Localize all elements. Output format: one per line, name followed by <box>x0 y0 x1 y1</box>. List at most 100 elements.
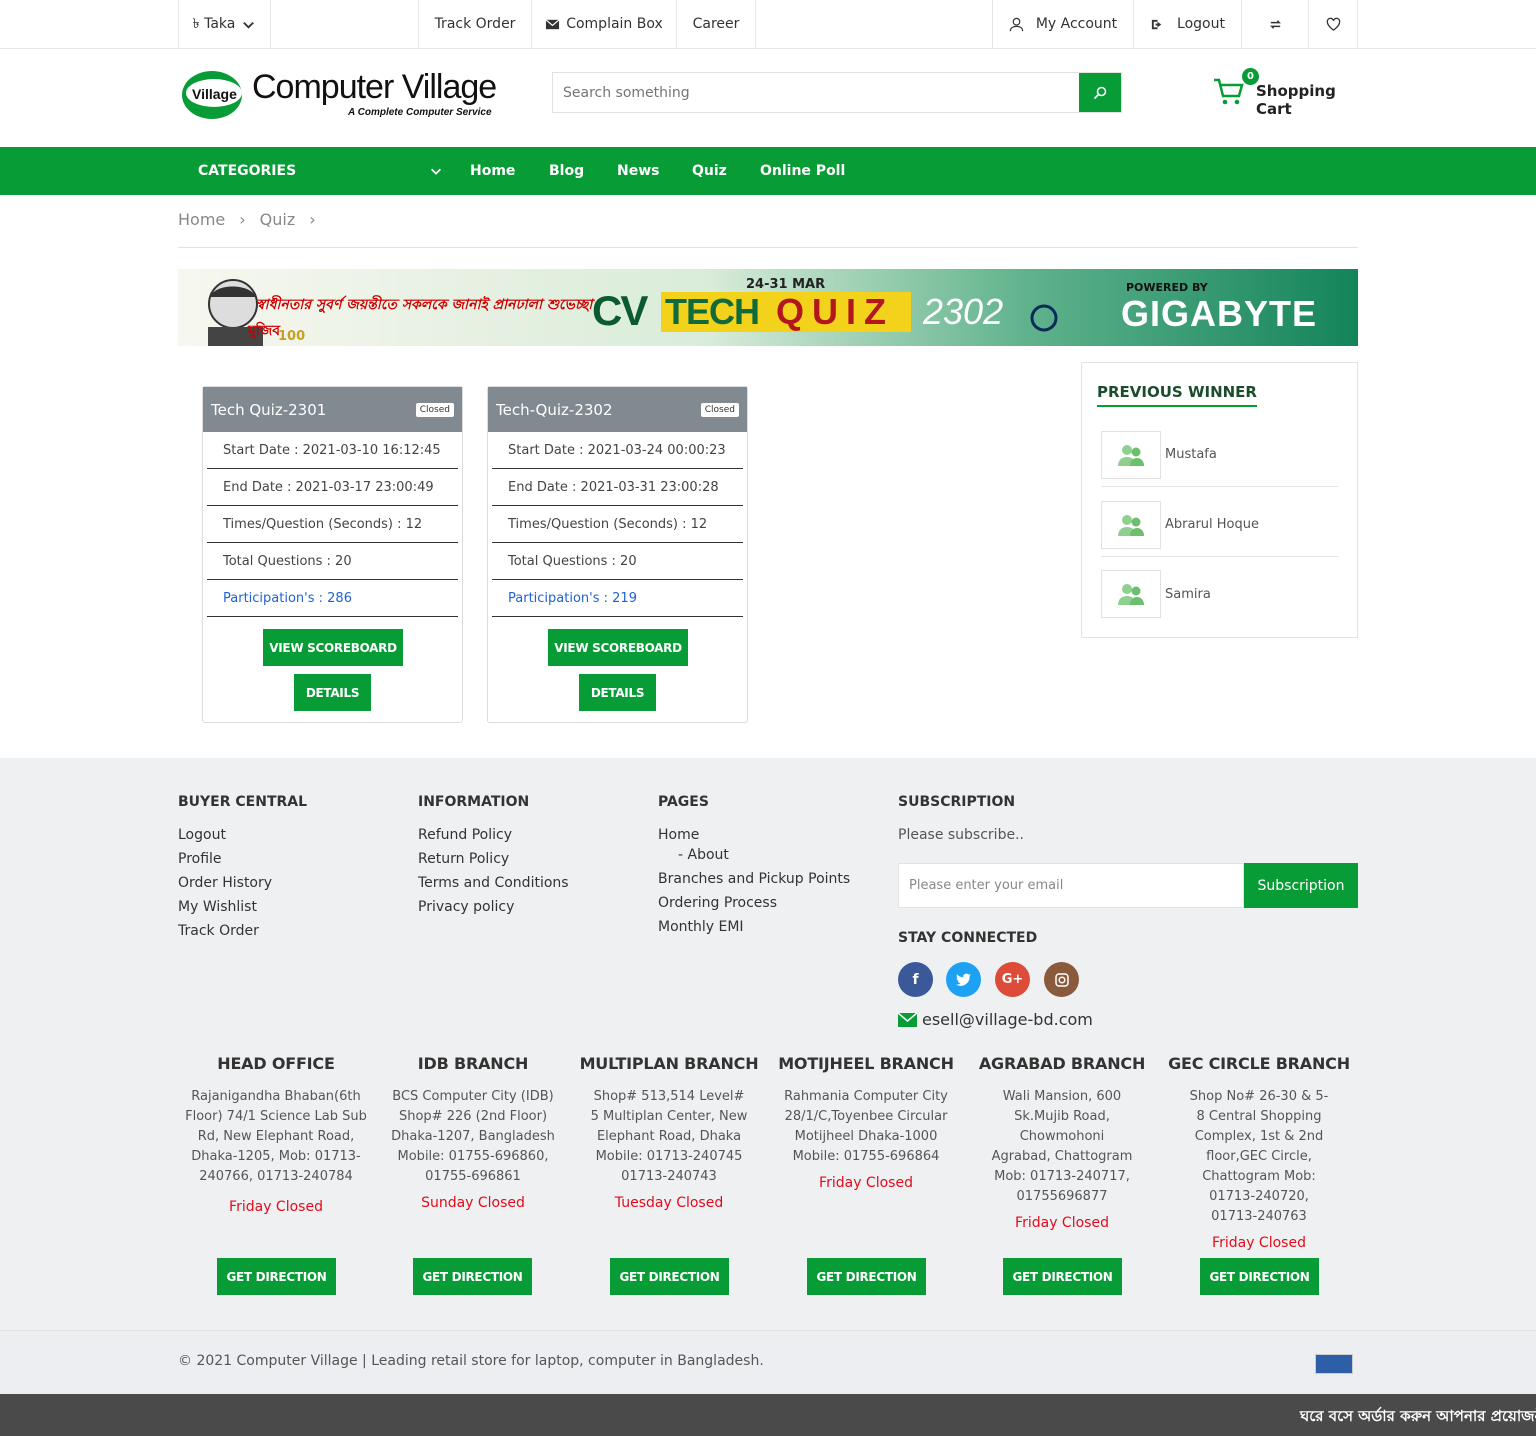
search-icon <box>1093 86 1107 99</box>
total-questions: Total Questions : 20 <box>207 543 458 580</box>
logo-text: Computer Village <box>252 68 497 106</box>
main-nav: CATEGORIES Home Blog News Quiz Online Po… <box>0 147 1536 195</box>
compare-button[interactable] <box>1242 0 1309 48</box>
branch-agrabad: AGRABAD BRANCH Wali Mansion, 600 Sk.Muji… <box>967 1054 1157 1233</box>
users-icon <box>1118 514 1144 536</box>
complain-box-label: Complain Box <box>566 16 663 32</box>
branch-address: Rahmania Computer City 28/1/C,Toyenbee C… <box>784 1089 948 1164</box>
search-bar <box>552 72 1122 113</box>
time-per-question: Times/Question (Seconds) : 12 <box>492 506 743 543</box>
branch-address: Shop No# 26-30 & 5-8 Central Shopping Co… <box>1189 1089 1329 1224</box>
nav-item-home[interactable]: Home <box>470 147 515 195</box>
details-button[interactable]: DETAILS <box>579 674 656 711</box>
branch-name: MOTIJHEEL BRANCH <box>778 1054 954 1073</box>
view-scoreboard-button[interactable]: VIEW SCOREBOARD <box>548 629 688 666</box>
wishlist-button[interactable] <box>1309 0 1358 48</box>
avatar <box>1101 500 1161 549</box>
breadcrumb-home[interactable]: Home <box>178 210 225 247</box>
nav-item-news[interactable]: News <box>617 147 659 195</box>
shopping-cart[interactable]: 0 Shopping Cart <box>1212 68 1360 118</box>
time-per-question: Times/Question (Seconds) : 12 <box>207 506 458 543</box>
subscription-button[interactable]: Subscription <box>1244 863 1358 908</box>
branch-head-office: HEAD OFFICE Rajanigandha Bhaban(6th Floo… <box>181 1054 371 1217</box>
payment-badge-icon <box>1315 1354 1353 1374</box>
footer-link-monthly-emi[interactable]: Monthly EMI <box>658 912 850 942</box>
heart-icon <box>1326 17 1340 31</box>
site-logo[interactable]: Village Computer Village A Complete Comp… <box>180 66 520 124</box>
breadcrumb-separator: › <box>239 210 246 229</box>
subscription-text: Please subscribe.. <box>898 827 1024 843</box>
pages-title: PAGES <box>658 794 709 810</box>
quiz-card-header: Tech-Quiz-2302 Closed <box>488 387 747 432</box>
nav-item-blog[interactable]: Blog <box>549 147 584 195</box>
career-link[interactable]: Career <box>677 0 756 48</box>
branch-name: GEC CIRCLE BRANCH <box>1168 1054 1350 1073</box>
nav-item-quiz[interactable]: Quiz <box>692 147 727 195</box>
get-direction-button[interactable]: GET DIRECTION <box>1003 1258 1122 1295</box>
track-order-link[interactable]: Track Order <box>418 0 532 48</box>
information-column: INFORMATION Refund Policy Return Policy … <box>418 794 569 922</box>
instagram-icon[interactable] <box>1044 962 1079 997</box>
compare-icon <box>1269 19 1281 29</box>
subscription-column: SUBSCRIPTION Please subscribe.. <box>898 794 1024 850</box>
logo-badge: Village <box>192 86 237 102</box>
marquee-text: ঘরে বসে অর্ডার করুন আপনার প্রয়োজনী <box>1300 1407 1536 1425</box>
breadcrumb-quiz[interactable]: Quiz <box>260 210 296 247</box>
footer-link-privacy-policy[interactable]: Privacy policy <box>418 892 569 922</box>
contact-email[interactable]: esell@village-bd.com <box>898 1010 1093 1029</box>
branch-address: Rajanigandha Bhaban(6th Floor) 74/1 Scie… <box>185 1089 367 1184</box>
envelope-icon <box>545 18 560 29</box>
view-scoreboard-button[interactable]: VIEW SCOREBOARD <box>263 629 403 666</box>
get-direction-button[interactable]: GET DIRECTION <box>807 1258 926 1295</box>
marquee-bar: ঘরে বসে অর্ডার করুন আপনার প্রয়োজনী <box>0 1394 1536 1436</box>
get-direction-button[interactable]: GET DIRECTION <box>610 1258 729 1295</box>
details-button[interactable]: DETAILS <box>294 674 371 711</box>
get-direction-button[interactable]: GET DIRECTION <box>217 1258 336 1295</box>
avatar <box>1101 570 1161 618</box>
logo-tagline: A Complete Computer Service <box>348 107 492 118</box>
get-direction-button[interactable]: GET DIRECTION <box>413 1258 532 1295</box>
branch-address: Shop# 513,514 Level# 5 Multiplan Center,… <box>590 1089 748 1184</box>
footer: BUYER CENTRAL Logout Profile Order Histo… <box>0 758 1536 1330</box>
my-account-link[interactable]: My Account <box>992 0 1134 48</box>
currency-label: ৳ Taka <box>192 16 236 32</box>
branch-closed-day: Friday Closed <box>819 1175 913 1191</box>
logout-link[interactable]: Logout <box>1134 0 1242 48</box>
search-button[interactable] <box>1079 73 1121 112</box>
status-badge: Closed <box>700 402 739 417</box>
branch-name: MULTIPLAN BRANCH <box>579 1054 759 1073</box>
get-direction-button[interactable]: GET DIRECTION <box>1200 1258 1319 1295</box>
branch-address: Wali Mansion, 600 Sk.Mujib Road, Chowmoh… <box>991 1089 1133 1204</box>
complain-box-link[interactable]: Complain Box <box>532 0 677 48</box>
mujib-text: মুজিব <box>248 323 281 339</box>
nav-item-online-poll[interactable]: Online Poll <box>760 147 845 195</box>
facebook-icon[interactable]: f <box>898 962 933 997</box>
google-plus-icon[interactable]: G+ <box>995 962 1030 997</box>
avatar <box>1101 430 1161 479</box>
search-input[interactable] <box>553 73 1079 112</box>
winner-item: Mustafa <box>1101 423 1338 487</box>
footer-link-about[interactable]: - About <box>658 846 850 864</box>
participation-count: Participation's : 219 <box>492 580 743 617</box>
categories-dropdown[interactable]: CATEGORIES <box>198 147 443 195</box>
banner-cv: CV <box>592 287 648 334</box>
winner-name: Mustafa <box>1165 447 1217 462</box>
branch-name: HEAD OFFICE <box>217 1054 335 1073</box>
branch-closed-day: Friday Closed <box>1015 1215 1109 1231</box>
top-bar: ৳ Taka Track Order Complain Box Career M… <box>0 0 1536 49</box>
quiz-card-header: Tech Quiz-2301 Closed <box>203 387 462 432</box>
copyright-bar: © 2021 Computer Village | Leading retail… <box>0 1330 1536 1394</box>
footer-link-track-order[interactable]: Track Order <box>178 916 307 946</box>
users-icon <box>1118 584 1144 605</box>
logout-label: Logout <box>1177 16 1225 32</box>
twitter-icon[interactable] <box>946 962 981 997</box>
bangla-greeting: স্বাধীনতার সুবর্ণ জয়ন্তীতে সকলকে জানাই … <box>256 297 593 313</box>
quiz-title: Tech Quiz-2301 <box>211 400 327 419</box>
currency-selector[interactable]: ৳ Taka <box>178 0 271 48</box>
branch-closed-day: Sunday Closed <box>421 1195 525 1211</box>
previous-winner-title: PREVIOUS WINNER <box>1097 383 1257 407</box>
mujib-100: 100 <box>278 329 306 344</box>
branch-address: BCS Computer City (IDB) Shop# 226 (2nd F… <box>391 1089 555 1184</box>
subscription-email-input[interactable]: Please enter your email <box>898 863 1244 908</box>
sponsor-logo: GIGABYTE <box>1121 293 1318 334</box>
